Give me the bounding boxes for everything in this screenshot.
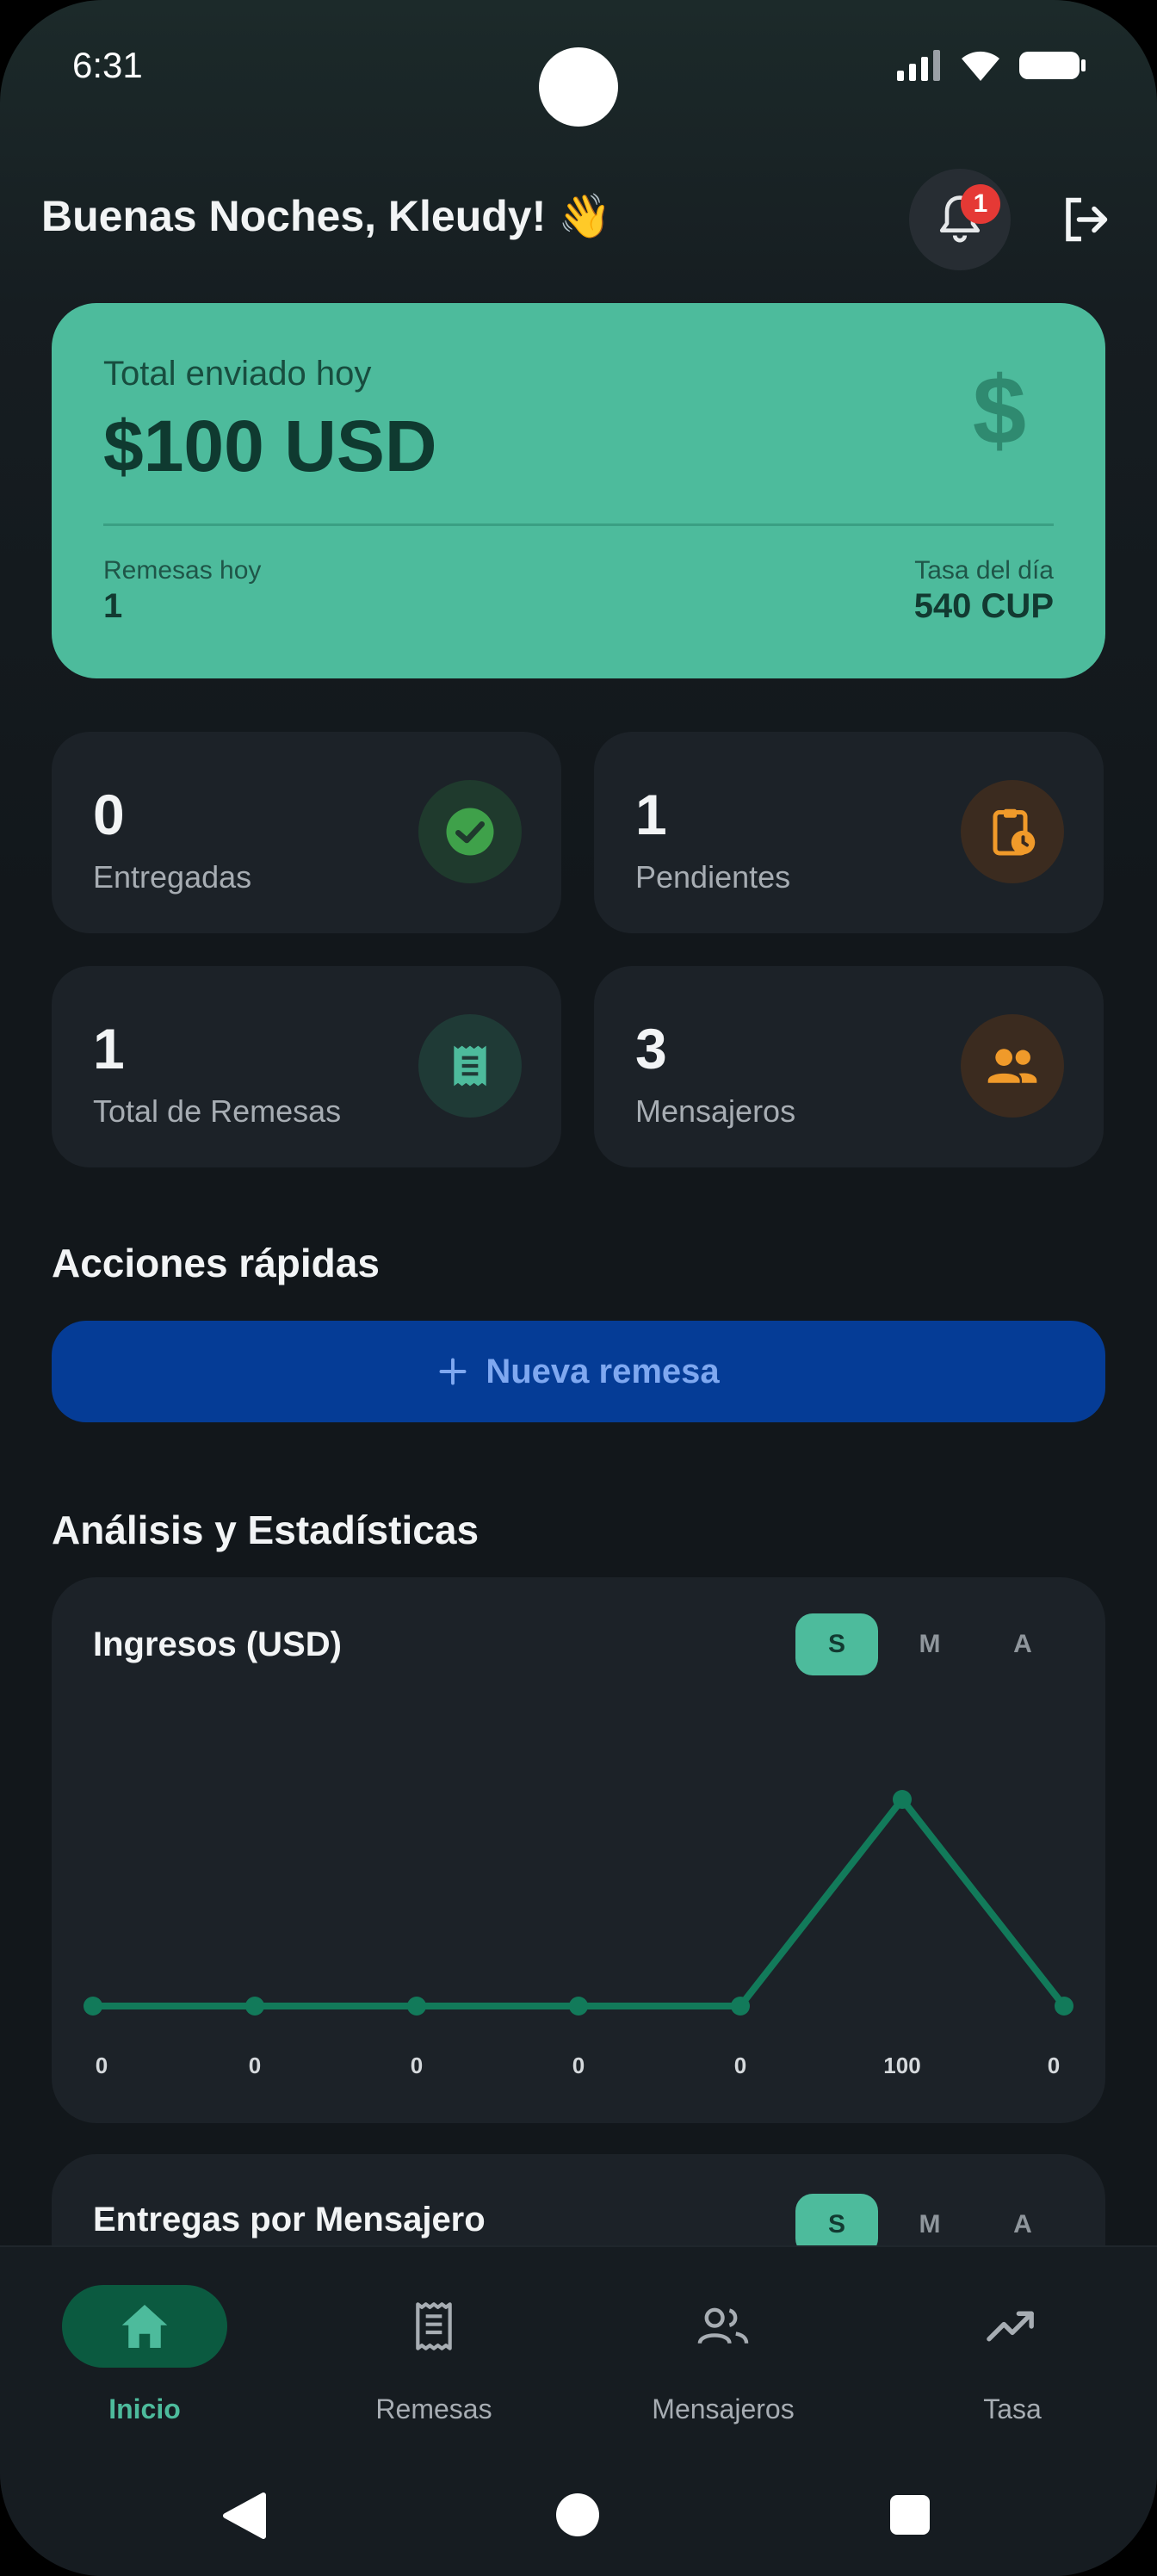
data-point[interactable]	[84, 1997, 102, 2016]
logout-button[interactable]	[1055, 189, 1116, 250]
stat-label: Pendientes	[635, 859, 791, 895]
system-navigation-bar	[0, 2455, 1157, 2576]
home-button-icon[interactable]	[556, 2493, 599, 2536]
back-icon[interactable]	[220, 2490, 269, 2542]
notification-badge: 1	[961, 184, 1000, 224]
income-chart-card: Ingresos (USD) S M A 0 0 0 0 0 100 0	[52, 1577, 1105, 2123]
data-point[interactable]	[245, 1997, 264, 2016]
nav-item-remesas[interactable]: Remesas	[289, 2247, 578, 2457]
remesas-hoy-label: Remesas hoy	[103, 556, 262, 585]
stat-card-pendientes[interactable]: 1 Pendientes	[594, 732, 1104, 933]
camera-cutout	[539, 47, 618, 127]
recents-icon[interactable]	[890, 2495, 930, 2535]
data-label: 0	[411, 2053, 423, 2078]
stat-card-total-remesas[interactable]: 1 Total de Remesas	[52, 966, 561, 1167]
stat-card-mensajeros[interactable]: 3 Mensajeros	[594, 966, 1104, 1167]
summary-amount: $100 USD	[103, 406, 437, 486]
nav-label: Tasa	[983, 2393, 1042, 2424]
check-circle-icon	[418, 780, 522, 883]
greeting-title: Buenas Noches, Kleudy! 👋	[41, 192, 612, 240]
stat-label: Mensajeros	[635, 1093, 796, 1129]
stat-value: 1	[93, 1017, 125, 1081]
dollar-icon: $	[972, 356, 1026, 464]
data-point[interactable]	[407, 1997, 426, 2016]
stat-value: 0	[93, 783, 125, 846]
data-point[interactable]	[731, 1997, 750, 2016]
new-remesa-label: Nueva remesa	[486, 1352, 720, 1390]
nav-item-inicio[interactable]: Inicio	[0, 2247, 289, 2457]
tasa-label: Tasa del día	[914, 556, 1054, 585]
series-line	[93, 1796, 1067, 2009]
tasa-value: 540 CUP	[913, 587, 1054, 625]
battery-icon	[1019, 52, 1086, 79]
stat-value: 1	[635, 783, 667, 846]
nav-label: Mensajeros	[652, 2393, 795, 2424]
plus-icon	[439, 1358, 467, 1385]
phone-screen: 6:31 Buenas Noches, Kleudy! 👋 1 Total en…	[0, 0, 1157, 2576]
data-label: 0	[249, 2053, 261, 2078]
stat-label: Entregadas	[93, 859, 252, 895]
data-label: 0	[1048, 2053, 1060, 2078]
daily-summary-card: Total enviado hoy $100 USD $ Remesas hoy…	[52, 303, 1105, 678]
status-icons	[895, 48, 1086, 83]
bottom-navigation: Inicio Remesas Mensajeros Tasa	[0, 2245, 1157, 2457]
data-label: 0	[96, 2053, 108, 2078]
chart-title: Entregas por Mensajero	[93, 2201, 486, 2239]
receipt-icon	[351, 2285, 517, 2368]
data-label: 0	[734, 2053, 746, 2078]
people-icon	[961, 1014, 1064, 1118]
stat-label: Total de Remesas	[93, 1093, 342, 1129]
nav-item-mensajeros[interactable]: Mensajeros	[578, 2247, 868, 2457]
new-remesa-button[interactable]: Nueva remesa	[52, 1321, 1105, 1422]
data-label: 0	[572, 2053, 585, 2078]
remesas-hoy-value: 1	[103, 587, 123, 625]
wifi-icon	[962, 51, 999, 81]
nav-label: Inicio	[108, 2393, 181, 2424]
nav-label: Remesas	[375, 2393, 492, 2424]
analytics-title: Análisis y Estadísticas	[52, 1508, 480, 1552]
data-label: 100	[883, 2053, 920, 2078]
stat-card-entregadas[interactable]: 0 Entregadas	[52, 732, 561, 933]
home-icon	[62, 2285, 227, 2368]
trending-up-icon	[930, 2285, 1095, 2368]
notifications-button[interactable]: 1	[909, 169, 1011, 270]
status-time: 6:31	[72, 45, 143, 85]
clipboard-clock-icon	[961, 780, 1064, 883]
stat-value: 3	[635, 1017, 667, 1081]
data-point[interactable]	[569, 1997, 588, 2016]
quick-actions-title: Acciones rápidas	[52, 1241, 380, 1285]
income-line-chart: 0 0 0 0 0 100 0	[84, 1790, 1073, 2078]
summary-divider	[103, 523, 1054, 526]
data-point[interactable]	[1055, 1997, 1073, 2016]
nav-item-tasa[interactable]: Tasa	[868, 2247, 1157, 2457]
receipt-icon	[418, 1014, 522, 1118]
data-point[interactable]	[893, 1790, 912, 1809]
signal-icon	[897, 50, 940, 81]
logout-icon	[1066, 197, 1108, 242]
summary-label: Total enviado hoy	[103, 355, 372, 393]
people-icon	[640, 2285, 806, 2368]
